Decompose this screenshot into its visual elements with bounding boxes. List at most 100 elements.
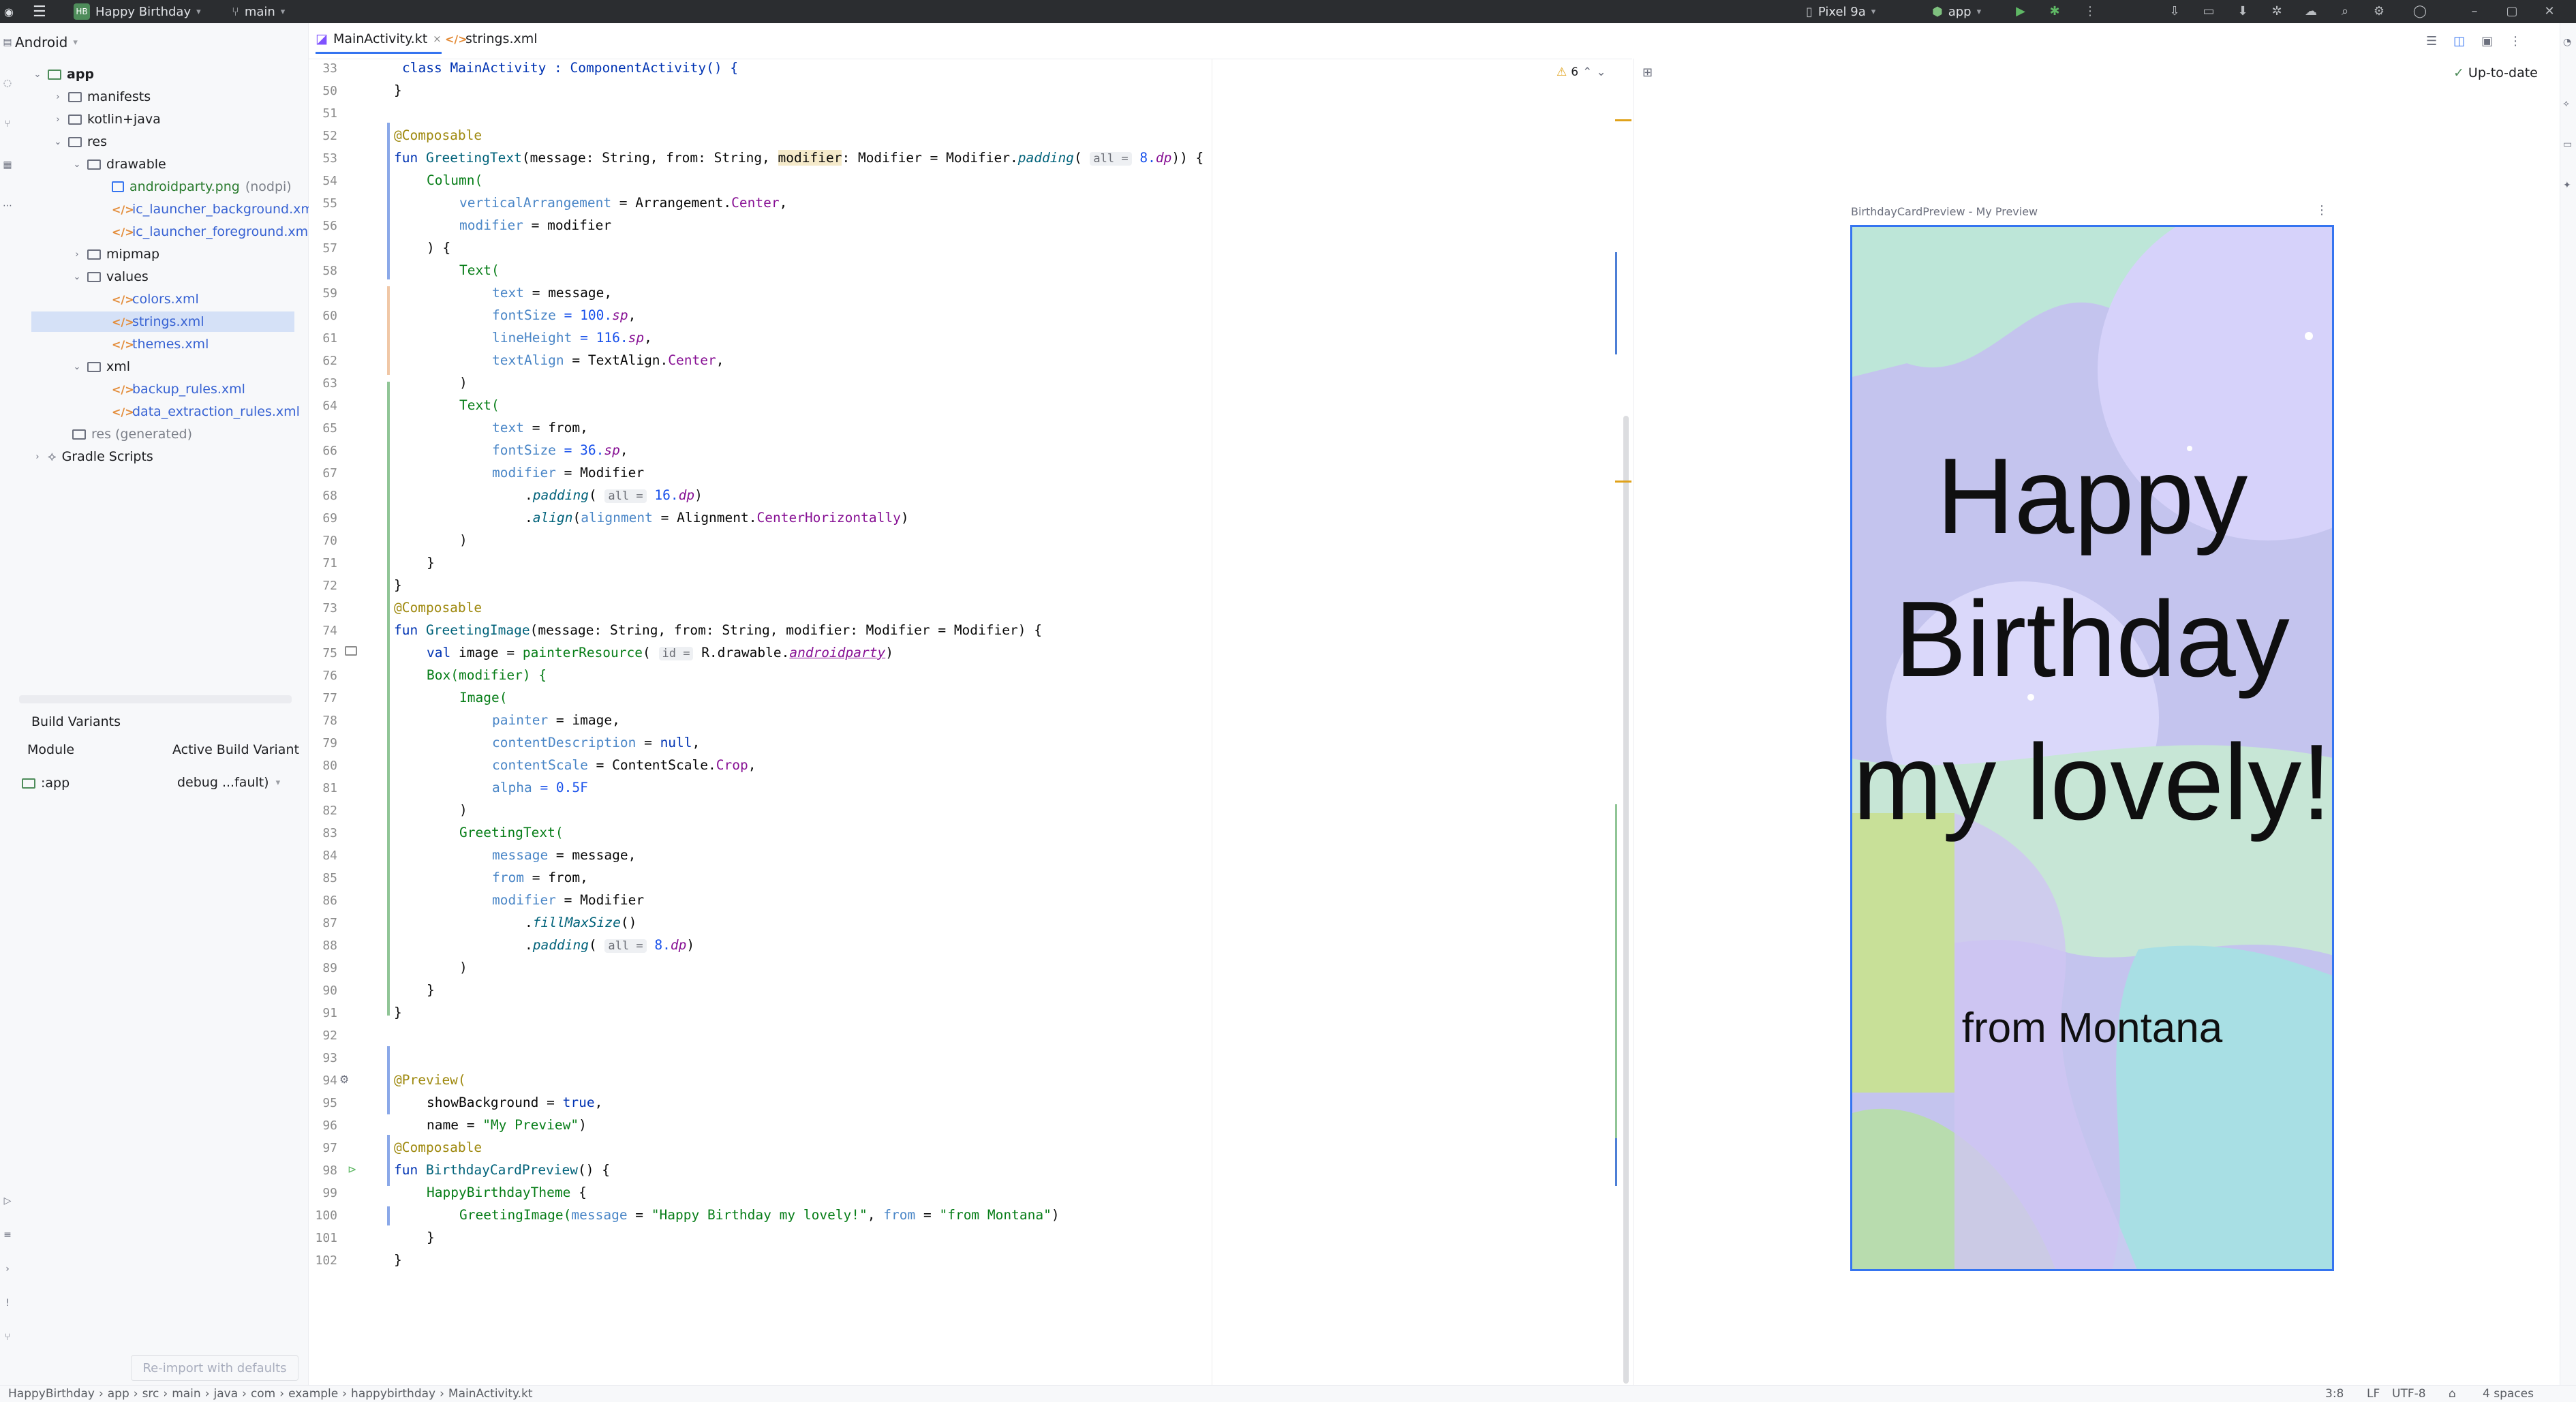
tree-node-drawable[interactable]: ⌄ drawable [72, 154, 166, 174]
line-separator[interactable]: LF [2367, 1387, 2380, 1401]
more-vertical-icon[interactable]: ⋮ [2316, 203, 2328, 217]
breadcrumb-item[interactable]: main [172, 1387, 200, 1401]
chevron-up-icon[interactable]: ⌃ [1582, 65, 1592, 79]
tree-node-backup-rules[interactable]: </> backup_rules.xml [112, 379, 245, 399]
code-line[interactable]: @Composable [394, 600, 482, 615]
sdk-manager-icon[interactable]: ⬇ [2235, 4, 2250, 19]
cloud-icon[interactable]: ☁ [2303, 4, 2318, 19]
code-line[interactable]: from = from, [394, 870, 588, 885]
chevron-down-icon[interactable]: ⌄ [72, 159, 82, 170]
code-line[interactable]: message = message, [394, 847, 636, 863]
tab-strings[interactable]: </> strings.xml [445, 31, 538, 46]
code-line[interactable]: contentScale = ContentScale.Crop, [394, 757, 756, 773]
code-line[interactable]: lineHeight = 116.sp, [394, 330, 652, 346]
horizontal-scrollbar[interactable] [19, 695, 292, 703]
code-line[interactable]: ) [394, 375, 467, 391]
code-line[interactable]: .align(alignment = Alignment.CenterHoriz… [394, 510, 909, 525]
design-view-icon[interactable]: ▣ [2481, 34, 2493, 48]
code-line[interactable]: Text( [394, 397, 500, 413]
tree-node-res-generated[interactable]: res (generated) [72, 424, 192, 444]
chevron-right-icon[interactable]: › [53, 115, 63, 125]
tree-node-kotlin-java[interactable]: › kotlin+java [53, 109, 160, 129]
tree-node-androidparty[interactable]: androidparty.png (nodpi) [112, 177, 292, 197]
code-line[interactable]: .padding( all = 8.dp) [394, 937, 694, 953]
build-variant-dropdown[interactable]: debug ...fault) ▾ [169, 769, 298, 796]
tree-node-colors[interactable]: </> colors.xml [112, 289, 199, 309]
code-line[interactable]: painter = image, [394, 712, 620, 728]
code-line[interactable]: Text( [394, 262, 500, 278]
code-line[interactable]: contentDescription = null, [394, 735, 700, 750]
code-line[interactable]: GreetingImage(message = "Happy Birthday … [394, 1207, 1060, 1223]
chevron-down-icon[interactable]: ⌄ [33, 70, 42, 80]
code-line[interactable]: HappyBirthdayTheme { [394, 1185, 587, 1200]
preview-layout-icon[interactable]: ⊞ [1642, 65, 1653, 80]
debug-icon[interactable]: ✱ [2047, 4, 2062, 19]
version-control-icon[interactable]: ⑂ [2, 1332, 13, 1343]
resource-manager-icon[interactable]: ▦ [2, 159, 13, 170]
gear-gutter-icon[interactable]: ⚙ [339, 1073, 349, 1086]
code-line[interactable]: } [394, 577, 402, 593]
gradle-tool-icon[interactable]: ⟡ [2563, 98, 2569, 109]
run-preview-gutter-icon[interactable]: ⊳ [348, 1163, 356, 1176]
chevron-down-icon[interactable]: ⌄ [72, 272, 82, 282]
account-icon[interactable]: ◯ [2412, 4, 2427, 19]
logcat-icon[interactable]: ≡ [2, 1230, 13, 1240]
close-icon[interactable]: × [433, 33, 442, 45]
code-line[interactable]: .padding( all = 16.dp) [394, 487, 703, 503]
tree-node-mipmap[interactable]: › mipmap [72, 244, 159, 264]
code-line[interactable]: @Preview( [394, 1072, 466, 1088]
code-line[interactable]: text = message, [394, 285, 612, 301]
chevron-right-icon[interactable]: › [33, 452, 42, 462]
sync-gradle-icon[interactable]: ⇩ [2167, 4, 2182, 19]
more-vertical-icon[interactable]: ⋮ [2083, 4, 2098, 19]
minimize-icon[interactable]: – [2467, 4, 2482, 19]
chevron-down-icon[interactable]: ⌄ [1596, 65, 1606, 79]
problems-icon[interactable]: ! [2, 1298, 13, 1309]
chevron-right-icon[interactable]: › [72, 249, 82, 260]
terminal-icon[interactable]: › [2, 1264, 13, 1275]
birthday-card-preview[interactable]: Happy Birthday my lovely! from Montana [1850, 225, 2334, 1271]
tree-node-gradle-scripts[interactable]: › ⟡ Gradle Scripts [33, 446, 153, 467]
breadcrumb-item[interactable]: happybirthday [351, 1387, 435, 1401]
project-switcher[interactable]: HB Happy Birthday ▾ [74, 0, 201, 23]
run-icon[interactable]: ▶ [2013, 4, 2028, 19]
close-icon[interactable]: ✕ [2542, 4, 2557, 19]
indent-setting[interactable]: 4 spaces [2483, 1387, 2534, 1401]
code-line[interactable]: Image( [394, 690, 507, 705]
project-view-selector[interactable]: Android ▾ [15, 34, 78, 50]
code-line[interactable]: modifier = Modifier [394, 892, 644, 908]
code-line[interactable]: class MainActivity : ComponentActivity()… [402, 60, 738, 76]
code-line[interactable]: } [394, 82, 402, 98]
android-studio-logo-icon[interactable]: ◉ [4, 0, 14, 23]
breadcrumb-item[interactable]: example [288, 1387, 338, 1401]
device-tool-icon[interactable]: ▭ [2563, 139, 2572, 150]
code-line[interactable]: } [394, 1005, 402, 1020]
code-line[interactable]: textAlign = TextAlign.Center, [394, 352, 724, 368]
code-line[interactable]: ) [394, 960, 467, 975]
code-line[interactable]: GreetingText( [394, 825, 564, 840]
code-line[interactable]: modifier = modifier [394, 217, 611, 233]
image-preview-gutter-icon[interactable] [345, 646, 357, 656]
search-icon[interactable]: ⌕ [2337, 4, 2352, 19]
device-selector[interactable]: ▯ Pixel 9a ▾ [1806, 0, 1875, 23]
code-line[interactable]: showBackground = true, [394, 1095, 602, 1110]
code-line[interactable]: alpha = 0.5F [394, 780, 588, 795]
branch-switcher[interactable]: ⑂ main ▾ [232, 0, 285, 23]
code-line[interactable]: ) [394, 802, 467, 818]
code-line[interactable]: @Composable [394, 1140, 482, 1155]
chevron-right-icon[interactable]: › [53, 92, 63, 102]
bug-icon[interactable]: ✲ [2269, 4, 2284, 19]
split-view-icon[interactable]: ◫ [2453, 34, 2465, 48]
breadcrumb-item[interactable]: java [214, 1387, 239, 1401]
gemini-icon[interactable]: ✦ [2563, 180, 2571, 191]
main-menu-button[interactable]: ☰ [33, 0, 46, 23]
code-line[interactable]: fun BirthdayCardPreview() { [394, 1162, 610, 1178]
run-config-selector[interactable]: ⬢ app ▾ [1932, 0, 1981, 23]
code-line[interactable]: ) [394, 532, 467, 548]
more-tools-icon[interactable]: ⋯ [2, 200, 13, 211]
tree-node-strings[interactable]: </> strings.xml [31, 311, 294, 332]
code-line[interactable]: } [394, 1252, 402, 1268]
tree-node-themes[interactable]: </> themes.xml [112, 334, 209, 354]
breadcrumb-item[interactable]: app [108, 1387, 129, 1401]
run-tool-icon[interactable]: ▷ [2, 1195, 13, 1206]
